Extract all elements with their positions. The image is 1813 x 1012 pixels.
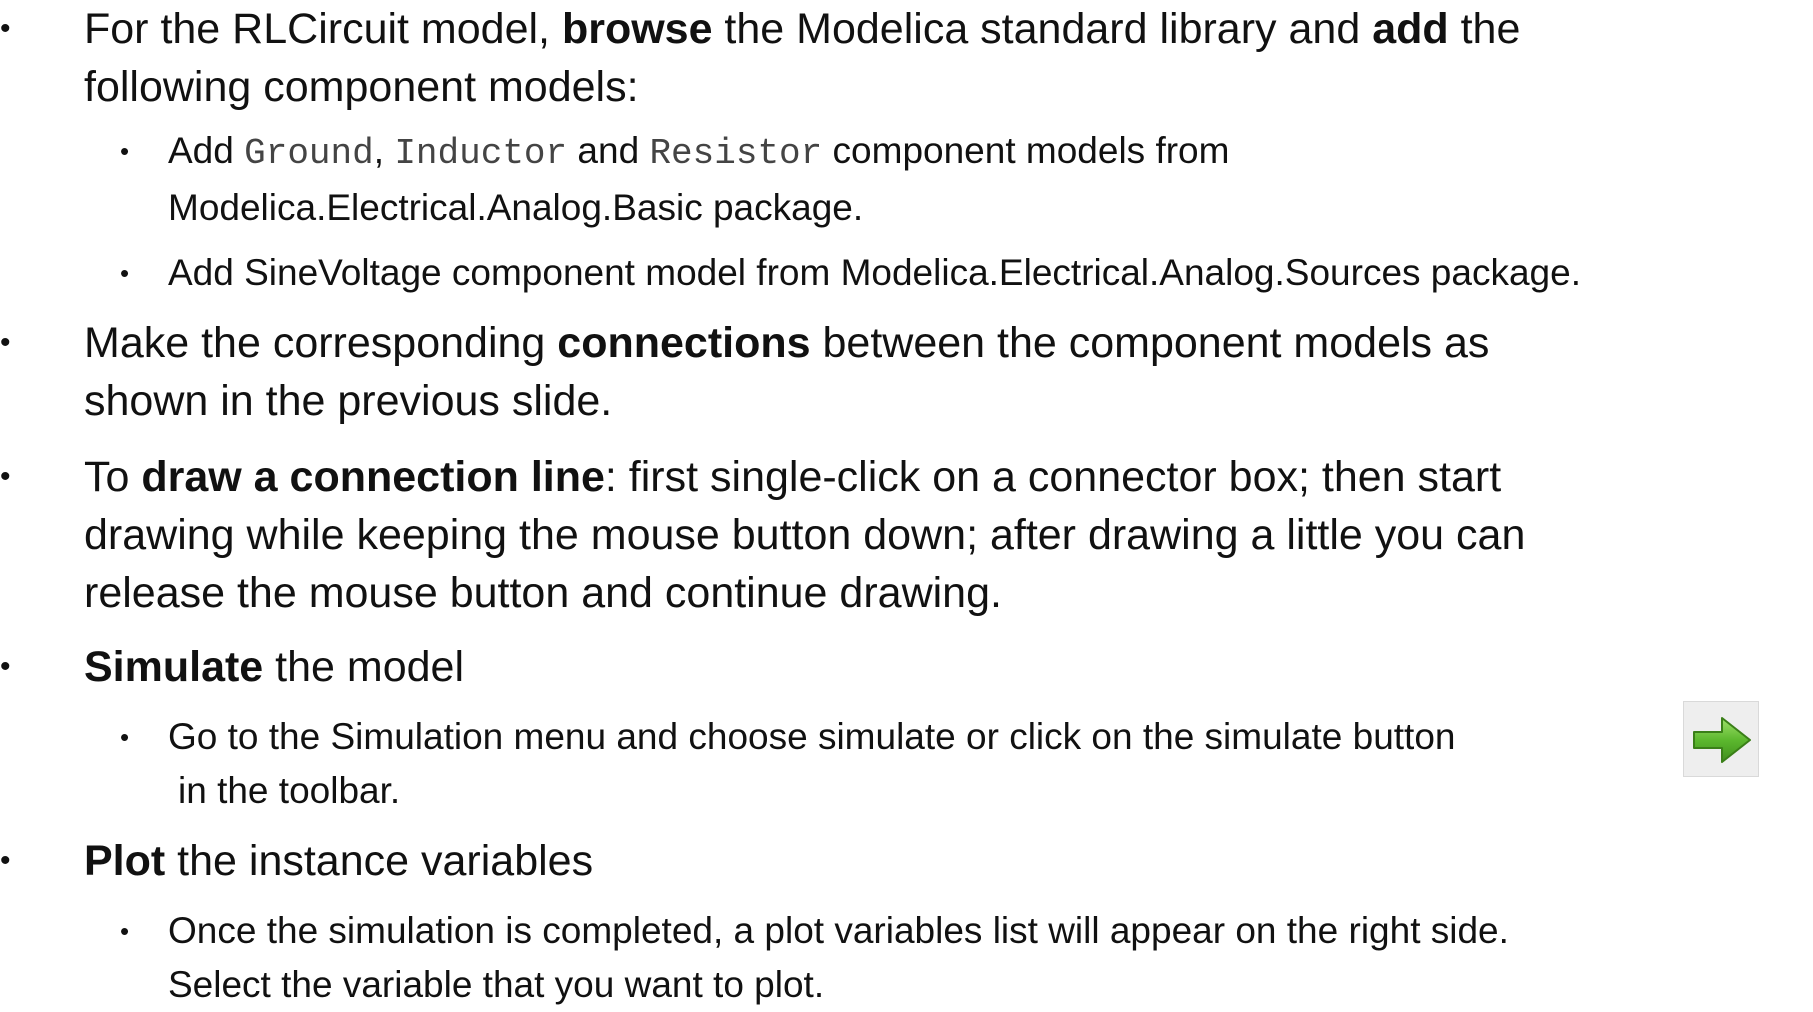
bullet-line: Modelica.Electrical.Analog.Basic package… (168, 187, 864, 228)
keyword-draw-connection: draw a connection line (141, 453, 605, 501)
bullet-draw-connection: • To draw a connection line: first singl… (0, 448, 1784, 622)
keyword-browse: browse (561, 5, 713, 53)
bullet-marker: • (120, 916, 130, 946)
bullet-line: Simulate the model (84, 643, 465, 691)
bullet-connections: • Make the corresponding connections bet… (0, 314, 1784, 430)
bullet-line: To draw a connection line: first single-… (84, 453, 1502, 501)
subbullet-basic-components: • Add Ground, Inductor and Resistor comp… (120, 124, 1788, 235)
bullet-marker: • (120, 258, 130, 288)
bullet-browse-add: • For the RLCircuit model, browse the Mo… (0, 0, 1784, 116)
bullet-line: For the RLCircuit model, browse the Mode… (84, 5, 1521, 53)
slide: • For the RLCircuit model, browse the Mo… (0, 0, 1813, 1005)
bullet-marker: • (120, 136, 130, 166)
bullet-line: following component models: (84, 63, 639, 111)
keyword-plot: Plot (84, 837, 166, 885)
keyword-simulate: Simulate (84, 643, 264, 691)
bullet-line: Add SineVoltage component model from Mod… (168, 252, 1581, 293)
bullet-line: shown in the previous slide. (84, 377, 613, 425)
code-ground: Ground (244, 133, 374, 174)
bullet-line: Make the corresponding connections betwe… (84, 319, 1490, 367)
bullet-marker: • (120, 722, 130, 752)
code-inductor: Inductor (394, 133, 568, 174)
bullet-line: drawing while keeping the mouse button d… (84, 511, 1526, 559)
bullet-marker: • (0, 326, 11, 359)
bullet-line: in the toolbar. (178, 770, 401, 811)
keyword-add: add (1372, 5, 1449, 53)
bullet-line: Go to the Simulation menu and choose sim… (168, 716, 1456, 757)
bullet-line: release the mouse button and continue dr… (84, 569, 1002, 617)
bullet-line: Select the variable that you want to plo… (168, 964, 825, 1005)
bullet-plot: • Plot the instance variables (0, 832, 1784, 890)
subbullet-plot-instructions: • Once the simulation is completed, a pl… (120, 904, 1808, 1012)
bullet-marker: • (0, 12, 11, 45)
subbullet-simulate-instructions: • Go to the Simulation menu and choose s… (120, 710, 1688, 818)
bullet-line: Plot the instance variables (84, 837, 594, 885)
bullet-line: Add Ground, Inductor and Resistor compon… (168, 130, 1230, 174)
bullet-marker: • (0, 650, 11, 683)
subbullet-sinevoltage: • Add SineVoltage component model from M… (120, 246, 1808, 300)
green-right-arrow-icon (1693, 717, 1751, 763)
keyword-connections: connections (557, 319, 811, 367)
bullet-marker: • (0, 460, 11, 493)
code-resistor: Resistor (649, 133, 823, 174)
bullet-marker: • (0, 844, 11, 877)
bullet-line: Once the simulation is completed, a plot… (168, 910, 1509, 951)
simulate-button[interactable] (1683, 701, 1759, 777)
bullet-simulate: • Simulate the model (0, 638, 1784, 696)
